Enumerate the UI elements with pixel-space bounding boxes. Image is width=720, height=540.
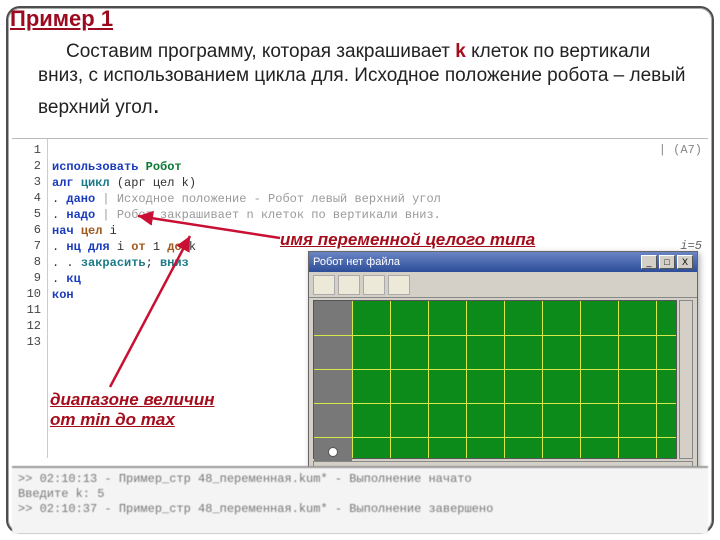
kw: кц — [66, 272, 80, 286]
close-button[interactable]: X — [677, 255, 693, 269]
robot-titlebar: Робот нет файла _ □ X — [309, 252, 697, 272]
annotation-range: диапазоне величин от min до max — [50, 390, 215, 429]
slide-body: Составим программу, которая закрашивает … — [38, 40, 700, 120]
body-k: k — [455, 41, 466, 62]
ln: 11 — [12, 303, 47, 319]
toolbar-button[interactable] — [388, 275, 410, 295]
painted-cell — [314, 335, 352, 369]
console-line: >> 02:10:13 - Пример_стр 48_переменная.k… — [18, 472, 702, 487]
kw: кон — [52, 288, 74, 302]
grid-line — [314, 403, 676, 404]
painted-cell — [314, 301, 352, 335]
painted-cell — [314, 403, 352, 437]
kw: надо — [66, 208, 95, 222]
ln: 1 — [12, 143, 47, 159]
maximize-button[interactable]: □ — [659, 255, 675, 269]
ln: 8 — [12, 255, 47, 271]
anno-line: от min до max — [50, 410, 175, 429]
kw: использовать — [52, 160, 146, 174]
kw: нач — [52, 224, 81, 238]
minimize-button[interactable]: _ — [641, 255, 657, 269]
kw: цикл — [81, 176, 117, 190]
tok: . — [52, 192, 66, 206]
tok: . — [52, 240, 66, 254]
ln: 5 — [12, 207, 47, 223]
margin-a7: | (A7) — [659, 143, 702, 157]
robot-marker — [328, 447, 338, 457]
annotation-var-name: имя переменной целого типа — [280, 230, 535, 250]
ln: 9 — [12, 271, 47, 287]
ln: 7 — [12, 239, 47, 255]
ln: 3 — [12, 175, 47, 191]
robot-field — [313, 300, 677, 459]
kw: алг — [52, 176, 81, 190]
comment: | Исходное положение - Робот левый верхн… — [95, 192, 441, 206]
console-line: Введите k: 5 — [18, 487, 702, 502]
toolbar-button[interactable] — [338, 275, 360, 295]
grid-line — [352, 301, 353, 458]
grid-line — [314, 437, 676, 438]
ln: 4 — [12, 191, 47, 207]
grid-line — [466, 301, 467, 458]
kw: Робот — [146, 160, 182, 174]
grid-line — [314, 369, 676, 370]
ln: 10 — [12, 287, 47, 303]
robot-title-text: Робот нет файла — [313, 256, 400, 268]
body-dot: . — [153, 89, 160, 119]
grid-line — [580, 301, 581, 458]
grid-line — [542, 301, 543, 458]
tok: . . — [52, 256, 81, 270]
slide-title: Пример 1 — [10, 6, 113, 32]
grid-line — [618, 301, 619, 458]
grid-line — [390, 301, 391, 458]
toolbar-button[interactable] — [313, 275, 335, 295]
ln: 12 — [12, 319, 47, 335]
ln: 2 — [12, 159, 47, 175]
grid-line — [314, 335, 676, 336]
ln: 6 — [12, 223, 47, 239]
robot-window: Робот нет файла _ □ X — [308, 251, 698, 476]
grid-line — [428, 301, 429, 458]
toolbar-button[interactable] — [363, 275, 385, 295]
tok: . — [52, 272, 66, 286]
console-line: >> 02:10:37 - Пример_стр 48_переменная.k… — [18, 502, 702, 517]
ln: 13 — [12, 335, 47, 351]
arrow-to-range — [100, 232, 220, 392]
painted-cell — [314, 369, 352, 403]
anno-line: диапазоне величин — [50, 390, 215, 409]
tok: (арг цел k) — [117, 176, 196, 190]
vertical-scrollbar[interactable] — [679, 300, 693, 459]
output-console: >> 02:10:13 - Пример_стр 48_переменная.k… — [12, 466, 708, 534]
tok: . — [52, 208, 66, 222]
kw: дано — [66, 192, 95, 206]
grid-line — [656, 301, 657, 458]
robot-toolbar — [309, 272, 697, 298]
grid-line — [504, 301, 505, 458]
body-part1: Составим программу, которая закрашивает — [66, 41, 455, 62]
window-buttons: _ □ X — [641, 255, 693, 269]
line-gutter: 1 2 3 4 5 6 7 8 9 10 11 12 13 — [12, 139, 48, 458]
